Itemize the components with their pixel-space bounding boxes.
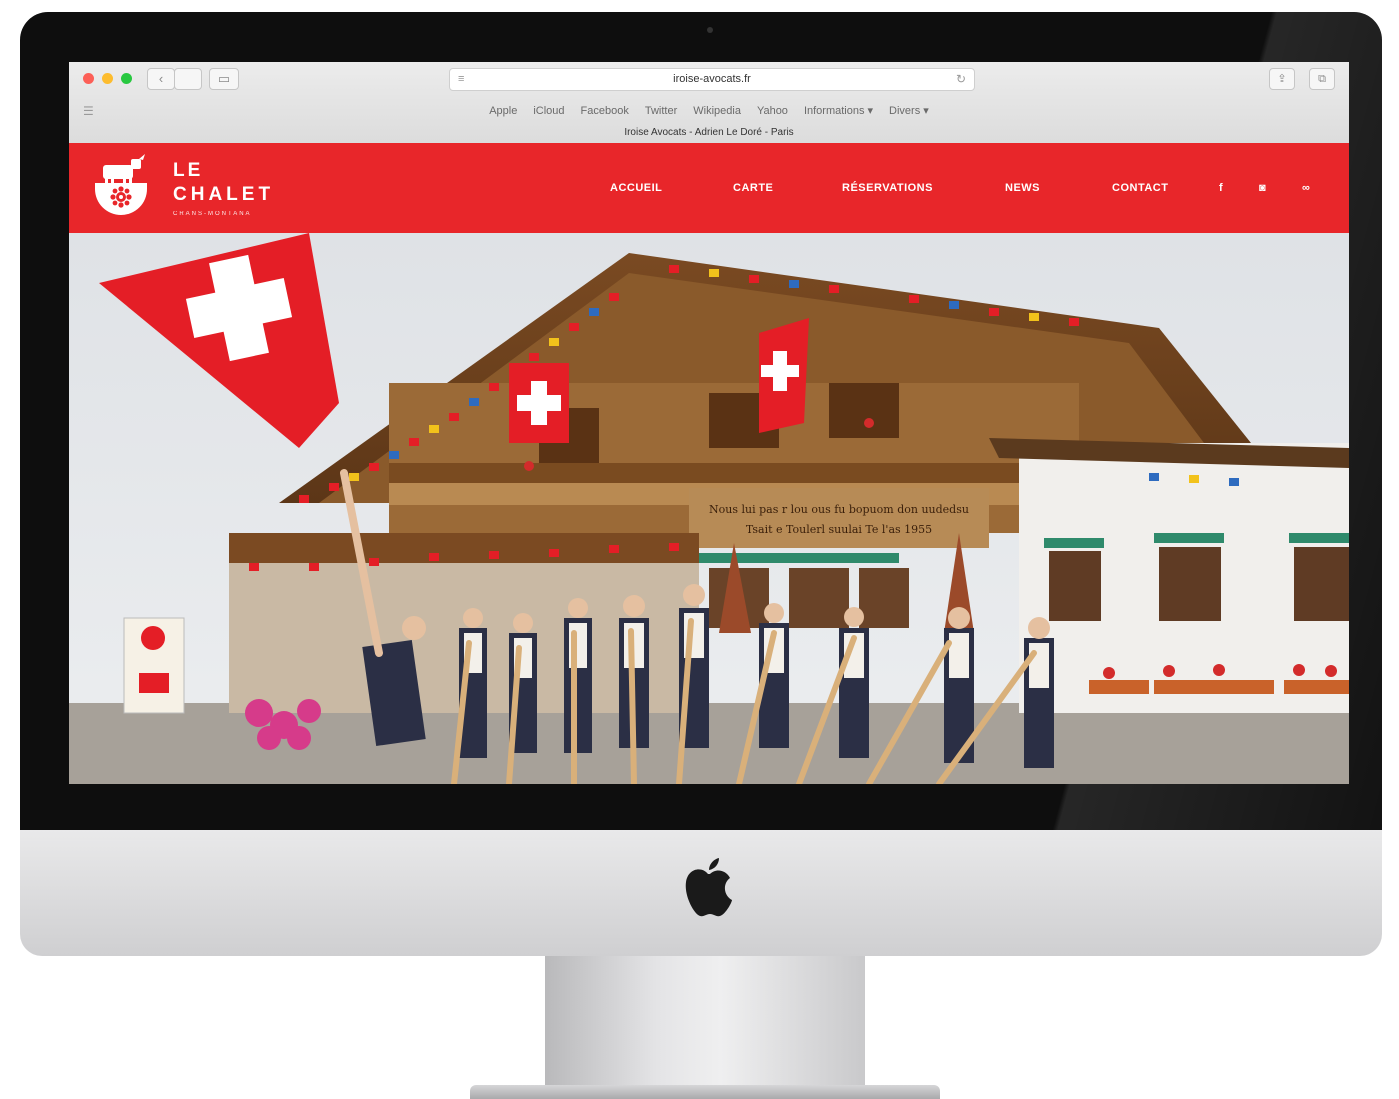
tabs-icon: ⧉ bbox=[1318, 73, 1326, 85]
cow-logo-icon[interactable] bbox=[91, 153, 151, 219]
nav-reservations[interactable]: RÉSERVATIONS bbox=[842, 143, 933, 233]
zoom-window-button[interactable] bbox=[121, 73, 132, 84]
sidebar-icon: ▭ bbox=[217, 71, 231, 86]
back-button[interactable]: ‹ bbox=[147, 68, 175, 90]
imac-stand bbox=[545, 956, 865, 1099]
nav-news[interactable]: NEWS bbox=[1005, 143, 1040, 233]
safari-toolbar: ‹ ▭ ≡ iroise-avocats.fr ↻ ⇪ ⧉ ☰ Apple iC… bbox=[69, 62, 1349, 144]
sidebar-button[interactable]: ▭ bbox=[209, 68, 239, 90]
share-button[interactable]: ⇪ bbox=[1269, 68, 1295, 90]
bookmark-item[interactable]: iCloud bbox=[533, 102, 564, 120]
bookmarks-bar: Apple iCloud Facebook Twitter Wikipedia … bbox=[69, 102, 1349, 120]
share-icon: ⇪ bbox=[1277, 73, 1287, 85]
bookmark-item[interactable]: Yahoo bbox=[757, 102, 788, 120]
nav-accueil[interactable]: ACCUEIL bbox=[610, 143, 662, 233]
screen: ‹ ▭ ≡ iroise-avocats.fr ↻ ⇪ ⧉ ☰ Apple iC… bbox=[69, 62, 1349, 784]
camera-icon bbox=[707, 27, 713, 33]
bookmark-item[interactable]: Wikipedia bbox=[693, 102, 741, 120]
nav-contact[interactable]: CONTACT bbox=[1112, 143, 1168, 233]
instagram-icon[interactable]: ◙ bbox=[1259, 143, 1266, 233]
minimize-window-button[interactable] bbox=[102, 73, 113, 84]
logo-tagline: CRANS-MONTANA bbox=[173, 211, 252, 217]
reload-icon[interactable]: ↻ bbox=[956, 69, 966, 90]
tab-title[interactable]: Iroise Avocats - Adrien Le Doré - Paris bbox=[69, 123, 1349, 142]
hero-image: Nous lui pas r lou ous fu bopuom don uud… bbox=[69, 233, 1349, 784]
chevron-left-icon: ‹ bbox=[158, 71, 164, 86]
nav-carte[interactable]: CARTE bbox=[733, 143, 773, 233]
logo-chalet-text: CHALET bbox=[173, 184, 275, 205]
building-sign-line2: Tsait e Toulerl suulai Te l'as 1955 bbox=[746, 523, 932, 536]
bookmark-item[interactable]: Divers ▾ bbox=[889, 102, 929, 120]
tripadvisor-icon[interactable]: ∞ bbox=[1302, 143, 1310, 233]
bookmark-item[interactable]: Apple bbox=[489, 102, 517, 120]
url-text: iroise-avocats.fr bbox=[673, 73, 751, 85]
logo-le-text: LE bbox=[173, 160, 204, 181]
imac-stand-foot bbox=[470, 1085, 940, 1099]
bookmark-item[interactable]: Twitter bbox=[645, 102, 677, 120]
facebook-icon[interactable]: f bbox=[1219, 143, 1223, 233]
tabs-button[interactable]: ⧉ bbox=[1309, 68, 1335, 90]
bookmark-item[interactable]: Informations ▾ bbox=[804, 102, 873, 120]
address-bar[interactable]: ≡ iroise-avocats.fr ↻ bbox=[449, 68, 975, 91]
building-sign-line1: Nous lui pas r lou ous fu bopuom don uud… bbox=[709, 503, 969, 516]
apple-logo-icon bbox=[685, 858, 732, 917]
bookmark-item[interactable]: Facebook bbox=[581, 102, 629, 120]
close-window-button[interactable] bbox=[83, 73, 94, 84]
site-header: LE CHALET CRANS-MONTANA ACCUEIL CARTE RÉ… bbox=[69, 143, 1349, 233]
forward-button[interactable] bbox=[174, 68, 202, 90]
